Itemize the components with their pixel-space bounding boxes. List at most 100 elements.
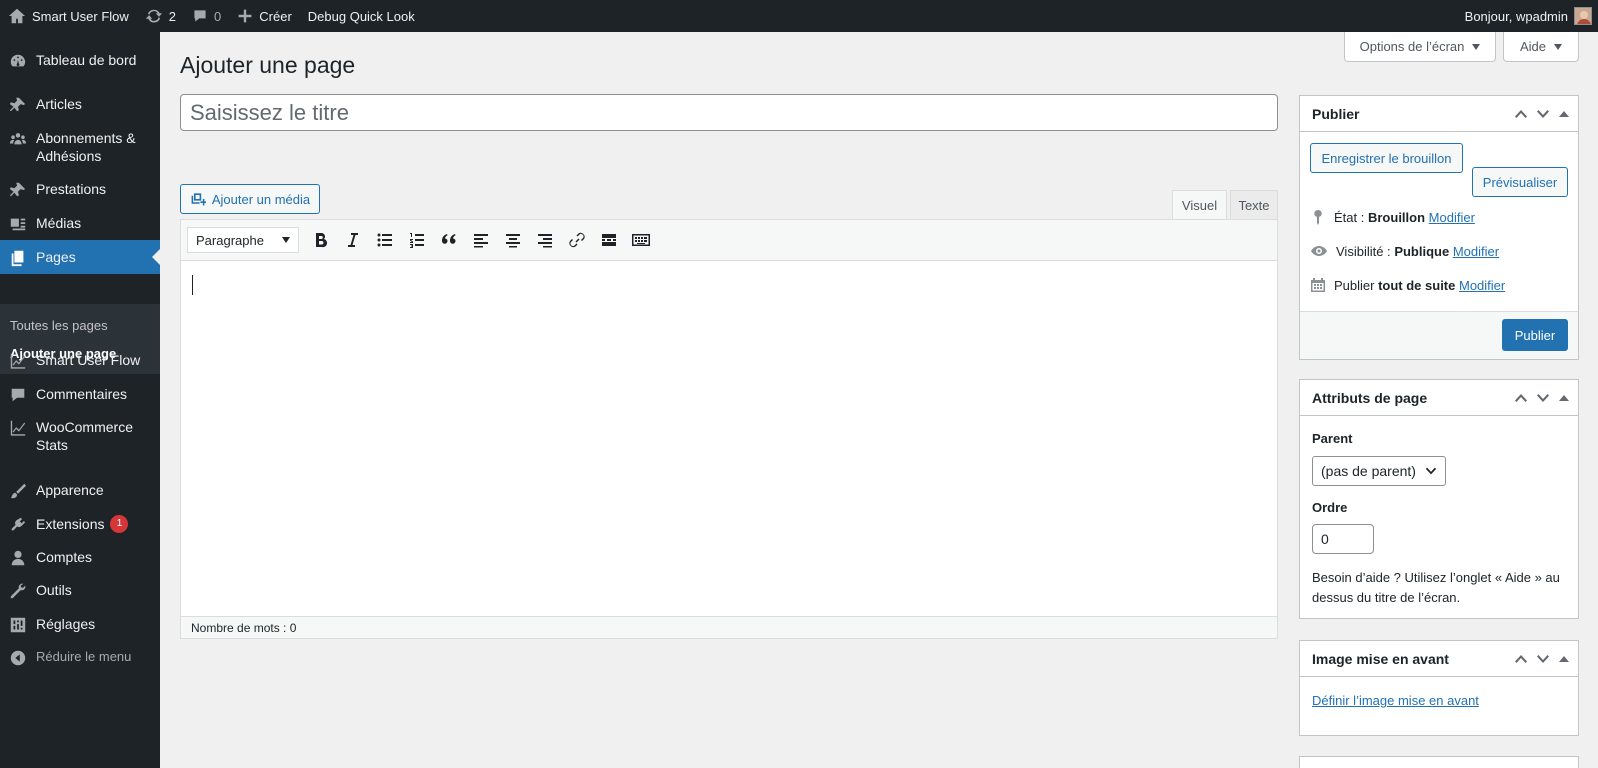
wrench-icon (0, 581, 36, 600)
keyboard-icon (632, 232, 650, 248)
settings-icon (0, 615, 36, 634)
edit-schedule-link[interactable]: Modifier (1459, 278, 1505, 293)
chevron-down-icon[interactable] (1536, 652, 1550, 666)
menu-item-pages[interactable]: Pages (0, 240, 160, 274)
add-media-button[interactable]: Ajouter un média (180, 184, 320, 214)
publish-box-header: Publier (1300, 96, 1578, 132)
align-left-button[interactable] (465, 225, 497, 255)
read-more-icon (601, 232, 617, 248)
menu-item-settings[interactable]: Réglages (0, 615, 160, 634)
submenu-all-pages[interactable]: Toutes les pages (10, 318, 108, 333)
admin-sidebar: Tableau de bord Articles Abonnements & A… (0, 32, 160, 768)
menu-item-tools[interactable]: Outils (0, 581, 160, 600)
pin-icon (0, 180, 36, 199)
bullet-list-icon (377, 232, 393, 248)
toggle-panel-icon[interactable] (1558, 392, 1570, 404)
update-count-badge: 1 (110, 515, 129, 533)
format-select[interactable]: Paragraphe (187, 227, 299, 253)
align-center-icon (505, 232, 521, 248)
save-draft-button[interactable]: Enregistrer le brouillon (1310, 143, 1463, 173)
schedule-row: Publier tout de suite Modifier (1310, 277, 1505, 293)
chevron-up-icon[interactable] (1514, 107, 1528, 121)
chart-line-icon (0, 418, 36, 437)
italic-button[interactable] (337, 225, 369, 255)
editor-content-area[interactable] (181, 261, 1277, 618)
toolbar-toggle-button[interactable] (625, 225, 657, 255)
new-content-link[interactable]: Créer (229, 0, 300, 32)
menu-item-appearance[interactable]: Apparence (0, 481, 160, 500)
set-featured-image-link[interactable]: Définir l’image mise en avant (1312, 693, 1479, 708)
help-button[interactable]: Aide (1503, 32, 1579, 62)
add-media-icon (190, 191, 206, 207)
align-center-button[interactable] (497, 225, 529, 255)
preview-button[interactable]: Prévisualiser (1472, 167, 1568, 197)
read-more-button[interactable] (593, 225, 625, 255)
bullet-list-button[interactable] (369, 225, 401, 255)
screen-options-button[interactable]: Options de l’écran (1344, 32, 1496, 62)
page-attributes-header: Attributs de page (1300, 380, 1578, 416)
order-input[interactable]: 0 (1312, 524, 1374, 554)
parent-select[interactable]: (pas de parent) (1312, 456, 1446, 486)
user-icon (0, 548, 36, 567)
featured-image-box: Image mise en avant Définir l’image mise… (1299, 640, 1579, 736)
blockquote-button[interactable] (433, 225, 465, 255)
tab-text[interactable]: Texte (1230, 190, 1278, 219)
parent-label: Parent (1312, 431, 1353, 446)
order-label: Ordre (1312, 500, 1348, 515)
comments-link[interactable]: 0 (184, 0, 229, 32)
updates-link[interactable]: 2 (137, 0, 184, 32)
my-account-link[interactable]: Bonjour, wpadmin (1457, 0, 1598, 32)
bold-button[interactable] (305, 225, 337, 255)
avatar (1574, 7, 1592, 25)
bold-icon (314, 232, 328, 248)
chevron-down-icon (1425, 465, 1437, 477)
status-row: État : Brouillon Modifier (1310, 209, 1475, 225)
featured-image-header: Image mise en avant (1300, 641, 1578, 677)
dashboard-icon (0, 51, 36, 70)
chevron-down-icon[interactable] (1536, 107, 1550, 121)
menu-item-extensions[interactable]: Extensions 1 (0, 515, 160, 534)
publish-button[interactable]: Publier (1502, 319, 1568, 351)
comment-icon (192, 8, 208, 24)
menu-item-media[interactable]: Médias (0, 214, 160, 233)
eye-icon (1310, 243, 1328, 259)
caret-down-icon (282, 237, 290, 243)
toggle-panel-icon[interactable] (1558, 108, 1570, 120)
chevron-up-icon[interactable] (1514, 391, 1528, 405)
debug-quick-look-link[interactable]: Debug Quick Look (300, 0, 423, 32)
admin-bar: Smart User Flow 2 0 Créer Debug Quick Lo… (0, 0, 1598, 32)
numbered-list-button[interactable] (401, 225, 433, 255)
chevron-down-icon[interactable] (1536, 391, 1550, 405)
menu-item-accounts[interactable]: Comptes (0, 548, 160, 567)
page-attributes-help: Besoin d’aide ? Utilisez l’onglet « Aide… (1312, 570, 1560, 605)
editor-status-bar: Nombre de mots : 0 (181, 616, 1277, 638)
insert-link-button[interactable] (561, 225, 593, 255)
tab-visual[interactable]: Visuel (1172, 190, 1227, 220)
quote-icon (441, 232, 457, 248)
menu-item-smart-user-flow[interactable]: Smart User Flow (0, 351, 160, 370)
pages-icon (0, 248, 36, 267)
title-input[interactable] (180, 94, 1278, 131)
menu-item-woocommerce-stats[interactable]: WooCommerce Stats (0, 418, 160, 454)
next-metabox (1299, 756, 1579, 768)
comment-icon (0, 385, 36, 404)
menu-item-prestations[interactable]: Prestations (0, 180, 160, 199)
editor-toolbar: Paragraphe (181, 220, 1277, 261)
align-left-icon (473, 232, 489, 248)
plus-icon (237, 8, 253, 24)
media-icon (0, 214, 36, 233)
chevron-up-icon[interactable] (1514, 652, 1528, 666)
collapse-menu-button[interactable]: Réduire le menu (0, 648, 160, 667)
toggle-panel-icon[interactable] (1558, 653, 1570, 665)
edit-status-link[interactable]: Modifier (1429, 210, 1475, 225)
menu-item-subscriptions[interactable]: Abonnements & Adhésions (0, 129, 160, 165)
menu-item-articles[interactable]: Articles (0, 95, 160, 114)
menu-item-dashboard[interactable]: Tableau de bord (0, 51, 160, 70)
menu-item-comments[interactable]: Commentaires (0, 385, 160, 404)
word-count: Nombre de mots : 0 (191, 621, 297, 635)
visibility-row: Visibilité : Publique Modifier (1310, 243, 1499, 259)
site-name-link[interactable]: Smart User Flow (0, 0, 137, 32)
align-right-button[interactable] (529, 225, 561, 255)
edit-visibility-link[interactable]: Modifier (1453, 244, 1499, 259)
align-right-icon (537, 232, 553, 248)
